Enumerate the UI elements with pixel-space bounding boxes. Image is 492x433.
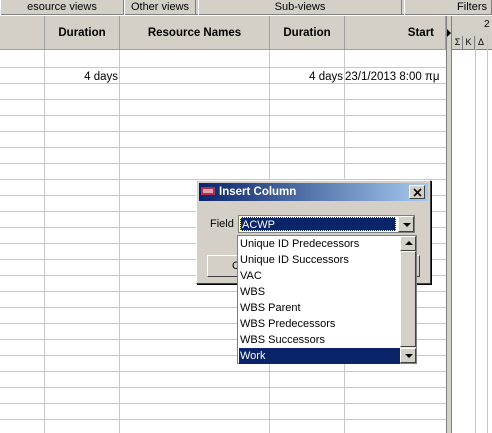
scroll-up-button[interactable] [400,236,416,251]
gantt-gridline [487,34,488,433]
col-header-start[interactable]: Start [345,16,446,50]
cell-start[interactable]: 23/1/2013 8:00 πμ [345,69,446,85]
grid-vline [119,50,120,433]
dialog-close-button[interactable] [409,185,425,199]
row-header-corner [0,16,45,50]
menu-sub-views[interactable]: Sub-views [198,0,402,15]
list-item[interactable]: VAC [239,268,400,284]
field-combobox-value[interactable]: ACWP [240,217,396,231]
grid-hline [0,67,446,68]
list-item[interactable]: WBS [239,284,400,300]
cell-duration-2[interactable]: 4 days [270,69,343,85]
grid-hline [0,163,446,164]
list-item-selected[interactable]: Work [239,348,400,364]
grid-hline [0,147,446,148]
chevron-down-icon [403,223,411,227]
col-header-duration[interactable]: Duration [45,16,120,50]
close-icon [413,188,422,197]
col-header-resource-names[interactable]: Resource Names [120,16,270,50]
cell-duration[interactable]: 4 days [45,69,118,85]
gantt-header-date: 2 [484,19,490,30]
grid-hline [0,403,446,404]
scroll-down-button[interactable] [400,348,416,363]
grid-hline [0,131,446,132]
combobox-dropdown-button[interactable] [398,216,414,232]
list-item[interactable]: Unique ID Successors [239,252,400,268]
gantt-day-letter: Σ [453,36,463,49]
chevron-up-icon [405,241,413,245]
gantt-day-letter: Δ [477,37,484,47]
grid-hline [0,371,446,372]
grid-hline [0,115,446,116]
cell-resource-names[interactable] [120,69,268,85]
ok-button[interactable]: O [207,255,241,277]
grid-vline [44,50,45,433]
app-icon [201,186,215,196]
dialog-title: Insert Column [219,186,297,198]
menu-resource-views[interactable]: esource views [0,0,124,15]
grid-hline [0,419,446,420]
gantt-day-letter: Κ [463,36,475,49]
chevron-down-icon [405,354,413,358]
gantt-gridline [475,34,476,433]
splitter-arrow-icon [447,29,451,37]
list-item[interactable]: Unique ID Predecessors [239,236,400,252]
field-label: Field [210,218,234,230]
gantt-chart-area[interactable] [452,16,492,433]
grid-hline [0,387,446,388]
menu-filters[interactable]: Filters [404,0,492,15]
grid-hline [0,99,446,100]
list-item[interactable]: WBS Parent [239,300,400,316]
menu-other-views[interactable]: Other views [124,0,196,15]
scroll-thumb[interactable] [400,251,416,347]
col-header-duration-2[interactable]: Duration [270,16,345,50]
list-item[interactable]: WBS Successors [239,332,400,348]
list-item[interactable]: WBS Predecessors [239,316,400,332]
